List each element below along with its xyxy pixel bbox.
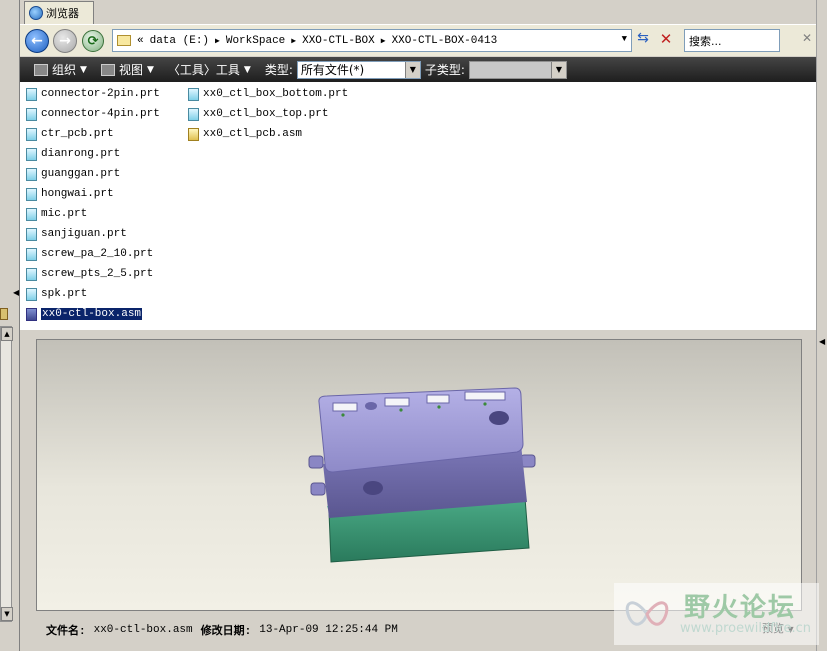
- file-item[interactable]: spk.prt: [26, 285, 87, 303]
- modified-date-label: 修改日期:: [200, 626, 252, 638]
- part-file-icon: [26, 147, 37, 161]
- type-label: 类型:: [264, 63, 293, 77]
- breadcrumb-separator-icon[interactable]: ▶: [291, 36, 296, 46]
- organize-icon: [34, 63, 48, 76]
- watermark-title: 野火论坛: [684, 593, 797, 623]
- collapse-right-arrow-icon[interactable]: ◀: [819, 337, 825, 346]
- breadcrumb-workspace[interactable]: WorkSpace: [226, 35, 285, 47]
- left-panel-strip: ◀ ▲ ▼: [0, 0, 20, 651]
- part-file-icon: [26, 127, 37, 141]
- file-item[interactable]: screw_pts_2_5.prt: [26, 265, 153, 283]
- part-file-icon: [26, 287, 37, 301]
- part-file-icon: [26, 227, 37, 241]
- breadcrumb-data-drive[interactable]: data (E:): [150, 35, 209, 47]
- part-file-icon: [188, 87, 199, 101]
- type-select[interactable]: 所有文件(*) ▼: [296, 60, 421, 79]
- part-file-icon: [26, 247, 37, 261]
- file-list: connector-2pin.prt connector-4pin.prt ct…: [20, 82, 816, 329]
- refresh-nav-button[interactable]: ⟳: [82, 30, 104, 52]
- modified-date-value: 13-Apr-09 12:25:44 PM: [259, 624, 398, 636]
- forward-button[interactable]: →: [53, 29, 77, 53]
- address-bar[interactable]: « data (E:) ▶ WorkSpace ▶ XXO-CTL-BOX ▶ …: [112, 29, 632, 52]
- assembly-file-icon: [26, 307, 37, 321]
- address-row: ← → ⟳ « data (E:) ▶ WorkSpace ▶ XXO-CTL-…: [20, 24, 816, 56]
- breadcrumb-xxo-ctl-box[interactable]: XXO-CTL-BOX: [302, 35, 375, 47]
- tab-browser-label: 浏览器: [46, 7, 79, 20]
- chevron-down-icon: ▼: [80, 64, 87, 75]
- watermark: 野火论坛 www.proewildfire.cn: [614, 583, 819, 645]
- butterfly-logo-icon: [625, 601, 669, 626]
- tab-browser[interactable]: 浏览器: [24, 1, 94, 24]
- left-scrollbar[interactable]: ▲ ▼: [0, 326, 13, 622]
- subtype-select[interactable]: ▼: [468, 60, 567, 79]
- breadcrumb-separator-icon[interactable]: ▶: [215, 36, 220, 46]
- chevron-down-icon[interactable]: ▼: [404, 61, 420, 78]
- tab-bar: 浏览器: [20, 0, 816, 24]
- filename-label: 文件名:: [46, 626, 86, 638]
- scroll-up-button[interactable]: ▲: [1, 327, 13, 341]
- right-panel-strip: ◀: [816, 0, 827, 651]
- folder-icon: [117, 35, 131, 46]
- chevron-down-icon: ▼: [146, 64, 154, 75]
- file-item[interactable]: xx0_ctl_pcb.asm: [188, 125, 302, 143]
- part-file-icon: [26, 87, 37, 101]
- chevron-down-icon[interactable]: ▼: [550, 61, 566, 78]
- model-3d-render: [308, 387, 536, 563]
- collapse-left-arrow-icon[interactable]: ◀: [13, 288, 19, 297]
- model-preview-canvas[interactable]: [36, 339, 802, 611]
- organize-label: 组织: [52, 63, 77, 77]
- part-file-icon: [26, 167, 37, 181]
- part-file-icon: [26, 207, 37, 221]
- tools-label: 〈工具〉工具: [167, 63, 240, 77]
- file-item[interactable]: connector-4pin.prt: [26, 105, 160, 123]
- view-menu[interactable]: 视图 ▼: [100, 61, 154, 78]
- part-file-icon: [26, 107, 37, 121]
- file-item[interactable]: sanjiguan.prt: [26, 225, 127, 243]
- type-select-value: 所有文件(*): [300, 63, 365, 77]
- file-item[interactable]: ctr_pcb.prt: [26, 125, 114, 143]
- part-file-icon: [188, 107, 199, 121]
- address-overflow-chevron[interactable]: «: [137, 35, 144, 47]
- stop-button[interactable]: ✕: [656, 30, 676, 51]
- file-item[interactable]: xx0_ctl_box_bottom.prt: [188, 85, 348, 103]
- part-file-icon: [26, 267, 37, 281]
- breadcrumb-xxo-ctl-box-0413[interactable]: XXO-CTL-BOX-0413: [392, 35, 498, 47]
- part-file-icon: [26, 187, 37, 201]
- file-item[interactable]: xx0_ctl_box_top.prt: [188, 105, 328, 123]
- file-item[interactable]: connector-2pin.prt: [26, 85, 160, 103]
- assembly-file-icon: [188, 127, 199, 141]
- chevron-down-icon: ▼: [243, 64, 251, 75]
- file-item[interactable]: guanggan.prt: [26, 165, 120, 183]
- file-item[interactable]: hongwai.prt: [26, 185, 114, 203]
- file-item[interactable]: dianrong.prt: [26, 145, 120, 163]
- file-item[interactable]: screw_pa_2_10.prt: [26, 245, 153, 263]
- watermark-url: www.proewildfire.cn: [680, 621, 811, 636]
- file-item-selected[interactable]: xx0-ctl-box.asm: [26, 305, 144, 323]
- address-dropdown-icon[interactable]: ▼: [622, 34, 627, 44]
- scroll-down-button[interactable]: ▼: [1, 607, 13, 621]
- browser-globe-icon: [29, 6, 43, 20]
- subtype-label: 子类型:: [424, 63, 465, 77]
- toolbar: 组织 ▼ 视图 ▼ 〈工具〉工具 ▼ 类型: 所有文件(*) ▼ 子类型: ▼: [20, 57, 816, 82]
- back-button[interactable]: ←: [25, 29, 49, 53]
- app-mini-icon: [0, 308, 8, 320]
- file-item[interactable]: mic.prt: [26, 205, 87, 223]
- view-grid-icon: [100, 63, 115, 76]
- organize-menu[interactable]: 组织 ▼: [34, 61, 87, 78]
- filename-value: xx0-ctl-box.asm: [93, 624, 193, 636]
- search-input[interactable]: 搜索...: [684, 29, 780, 52]
- tools-menu[interactable]: 〈工具〉工具 ▼: [168, 61, 251, 78]
- breadcrumb-separator-icon[interactable]: ▶: [381, 36, 386, 46]
- close-icon[interactable]: ✕: [802, 31, 812, 45]
- refresh-button[interactable]: ⇆: [633, 30, 653, 51]
- view-label: 视图: [118, 63, 143, 77]
